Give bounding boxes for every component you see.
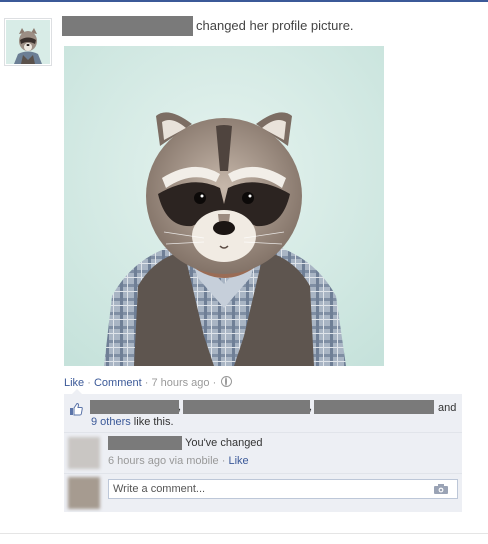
comment-like-link[interactable]: Like	[228, 455, 248, 467]
actor-avatar[interactable]	[4, 18, 52, 66]
and-text: and	[438, 402, 457, 414]
comment-link[interactable]: Comment	[94, 377, 142, 389]
others-line: 9 others like this.	[91, 416, 174, 428]
bottom-divider	[0, 533, 488, 534]
liker-name-redacted[interactable]	[314, 400, 434, 414]
like-this-text: like this.	[130, 416, 174, 428]
comment-composer	[64, 474, 462, 512]
separator: ·	[218, 455, 229, 467]
comment-timestamp[interactable]: 6 hours ago via mobile	[108, 455, 219, 467]
story-actions: Like · Comment · 7 hours ago ·	[64, 376, 233, 389]
profile-photo[interactable]	[64, 46, 384, 366]
actor-name-redacted[interactable]	[62, 16, 193, 36]
liker-name-redacted[interactable]	[90, 400, 179, 414]
commenter-avatar[interactable]	[68, 437, 100, 469]
comma: ,	[309, 401, 313, 413]
comment-input[interactable]	[108, 479, 458, 499]
comment-item: You've changed 6 hours ago via mobile · …	[64, 433, 462, 473]
comma: ,	[178, 401, 182, 413]
globe-icon[interactable]	[221, 376, 233, 387]
story-action-text: changed her profile picture.	[196, 18, 354, 33]
thumbs-up-icon	[70, 402, 83, 416]
comment-meta: 6 hours ago via mobile · Like	[108, 455, 249, 467]
separator: ·	[141, 377, 152, 389]
liker-name-redacted[interactable]	[183, 400, 310, 414]
likes-summary: , , and 9 others like this.	[64, 396, 462, 430]
commenter-name-redacted[interactable]	[108, 436, 182, 450]
story-timestamp[interactable]: 7 hours ago	[151, 377, 209, 389]
separator: ·	[209, 377, 220, 389]
separator: ·	[84, 377, 94, 389]
like-link[interactable]: Like	[64, 377, 84, 389]
viewer-avatar	[68, 477, 100, 509]
comment-text: You've changed	[185, 437, 263, 449]
others-link[interactable]: 9 others	[91, 416, 131, 428]
camera-icon[interactable]	[434, 484, 448, 494]
top-border	[0, 0, 488, 2]
